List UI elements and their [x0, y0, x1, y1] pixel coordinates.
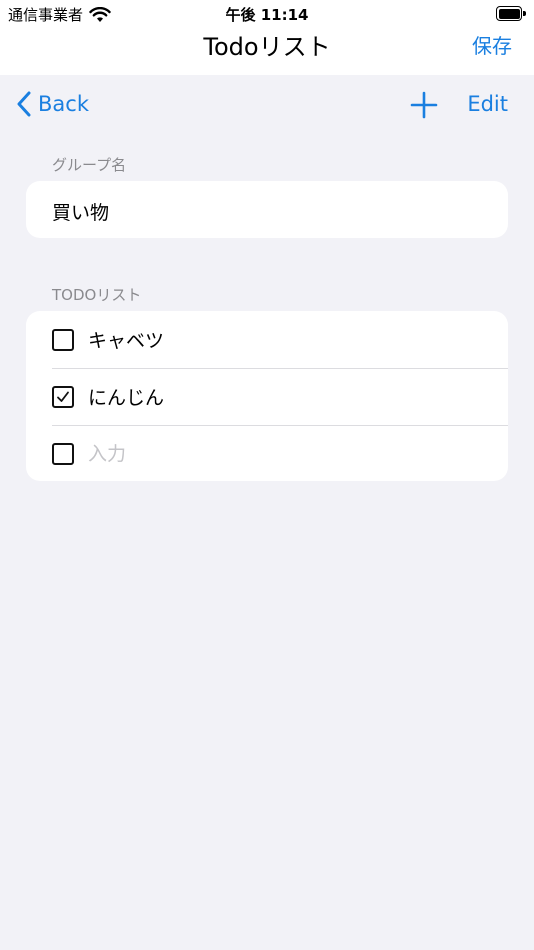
back-button[interactable]: Back [16, 91, 89, 117]
group-name-card: 買い物 [26, 181, 508, 238]
checkmark-icon [57, 391, 69, 402]
nav-toolbar: Back Edit [0, 75, 534, 135]
chevron-left-icon [17, 91, 31, 117]
back-label: Back [38, 92, 89, 116]
todo-list-header: TODOリスト [52, 286, 142, 304]
checkbox-icon[interactable] [52, 328, 74, 351]
todo-item-label: にんじん [88, 387, 165, 409]
battery-icon [496, 6, 526, 21]
todo-item[interactable]: にんじん [26, 368, 508, 425]
status-bar: 通信事業者 午後 11:14 [0, 0, 534, 28]
group-name-field[interactable]: 買い物 [52, 198, 109, 225]
group-name-header: グループ名 [52, 156, 127, 174]
todo-list-card: キャベツ にんじん [26, 311, 508, 481]
status-time: 午後 11:14 [225, 6, 309, 24]
todo-item[interactable]: キャベツ [26, 311, 508, 368]
new-todo-input[interactable] [88, 442, 388, 465]
new-todo-row[interactable] [26, 425, 508, 481]
todo-group-screen: 通信事業者 午後 11:14 Todoリスト 保存 Back Edit グループ… [0, 0, 534, 950]
checkbox-icon[interactable] [52, 442, 74, 465]
edit-button[interactable]: Edit [467, 92, 508, 116]
plus-icon[interactable] [410, 91, 438, 119]
todo-item-label: キャベツ [88, 330, 165, 352]
top-bar: 通信事業者 午後 11:14 Todoリスト 保存 [0, 0, 534, 75]
save-button[interactable]: 保存 [472, 30, 512, 59]
page-title: Todoリスト [203, 33, 331, 61]
checkbox-icon[interactable] [52, 385, 74, 408]
